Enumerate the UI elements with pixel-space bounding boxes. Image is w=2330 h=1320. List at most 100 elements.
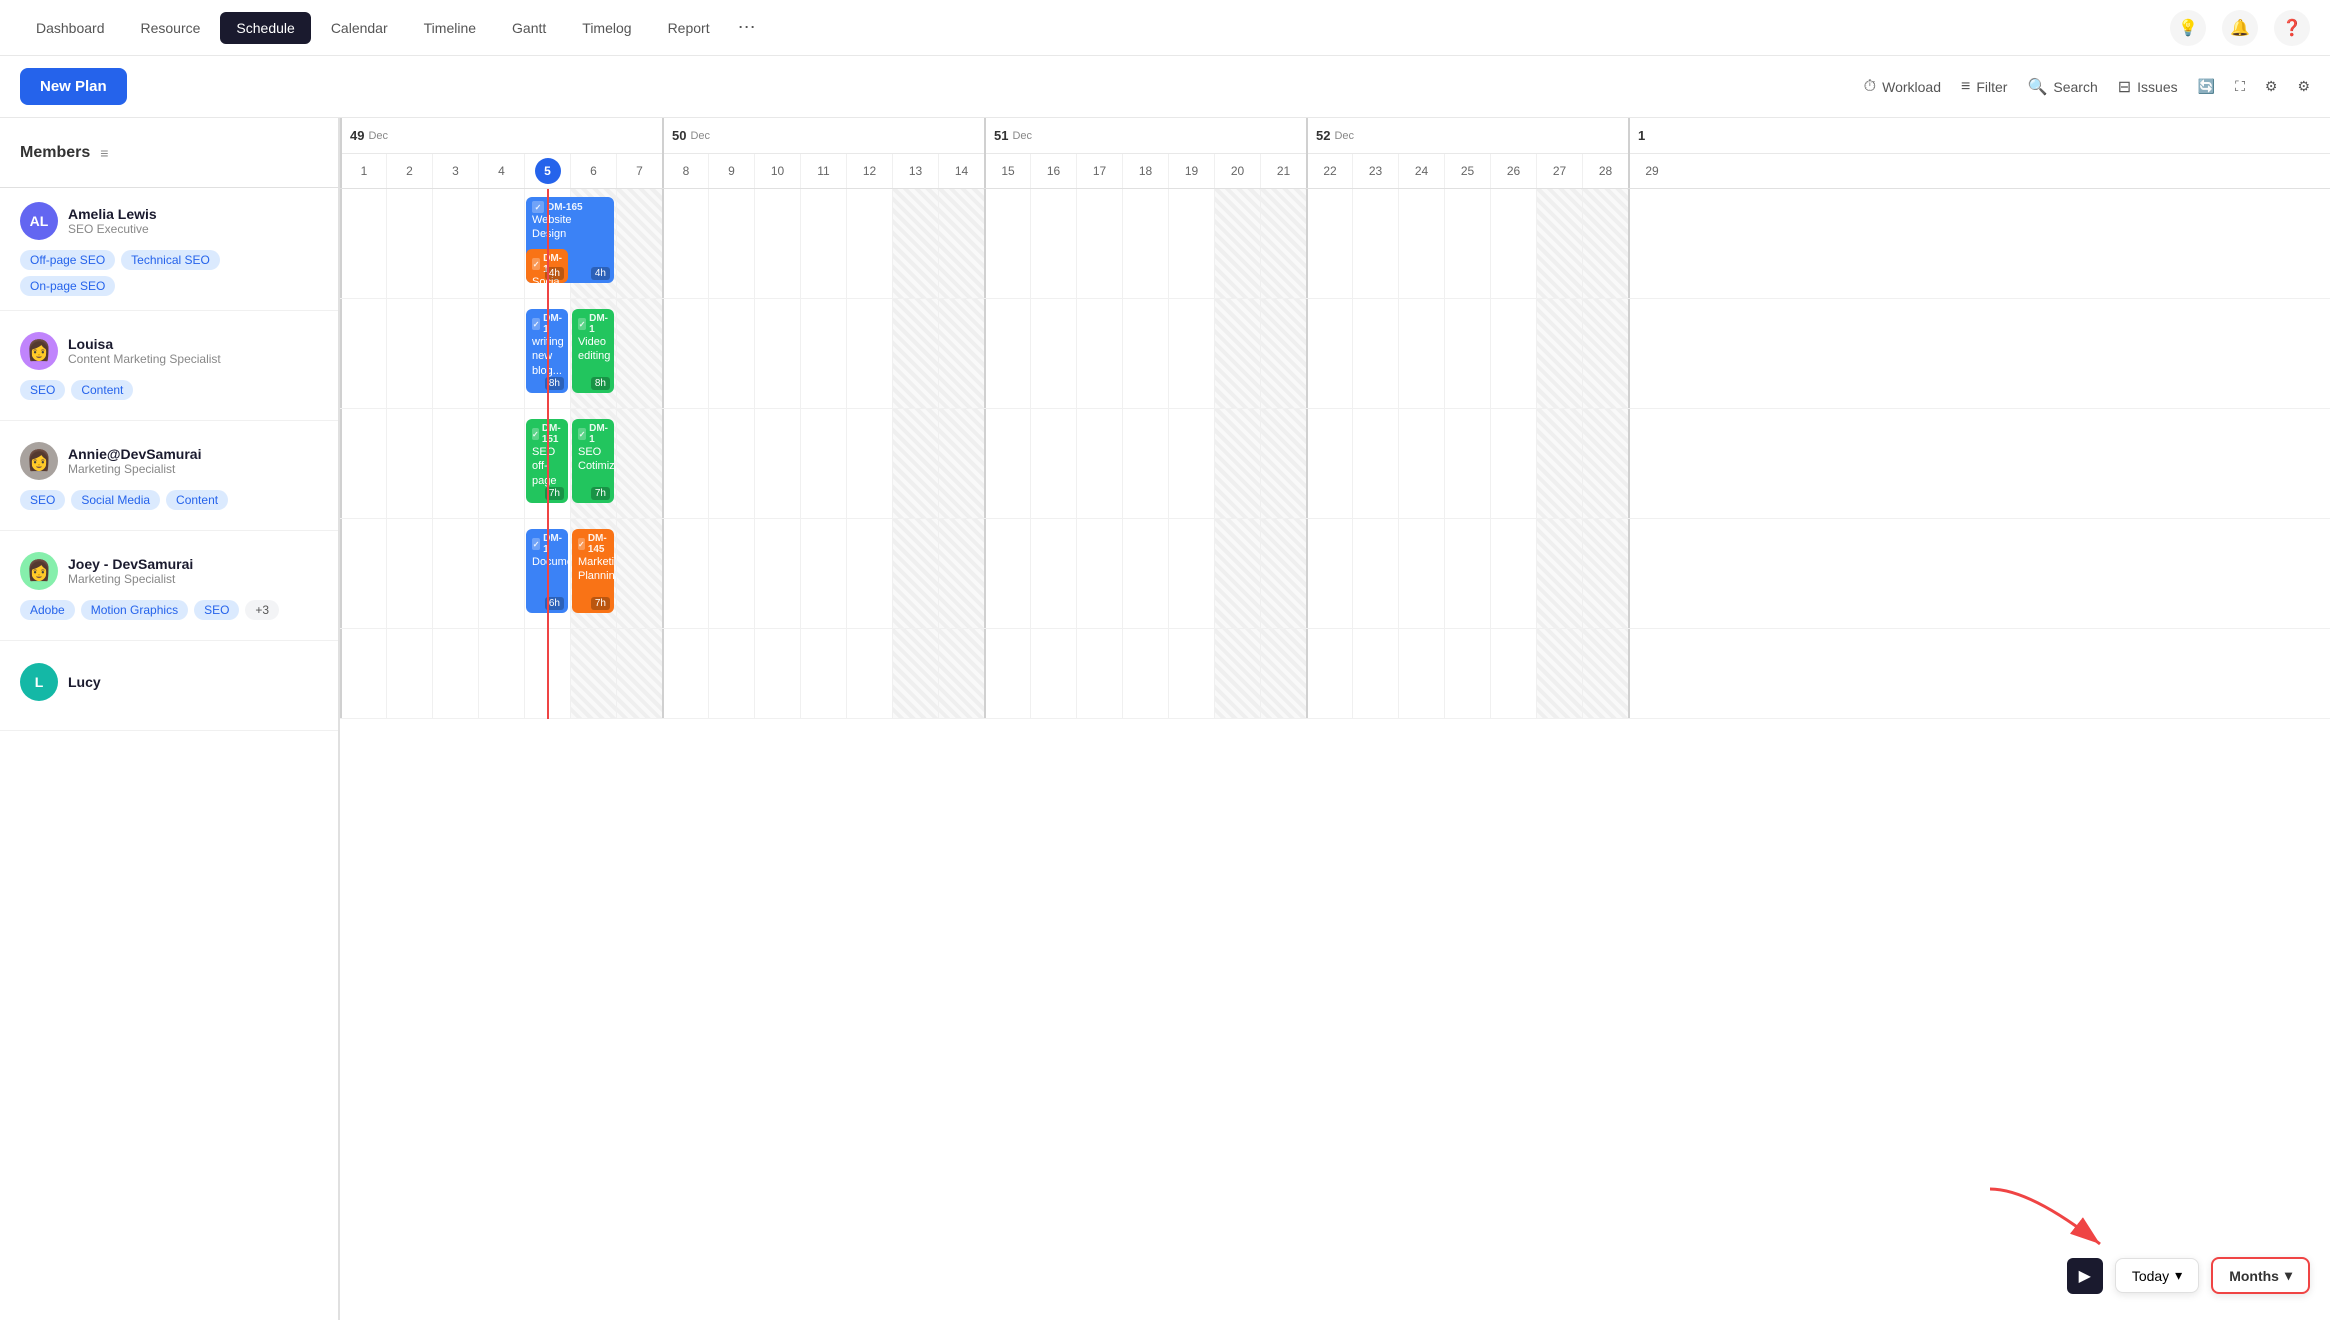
nav-more-icon[interactable]: ⋯ [730,9,764,46]
grid-cell-joey-25 [1490,519,1536,628]
grid-cell-louisa-11 [846,299,892,408]
bell-icon[interactable]: 🔔 [2222,10,2258,46]
member-details-annie: Annie@DevSamurai Marketing Specialist [68,446,201,476]
tab-gantt[interactable]: Gantt [496,12,562,44]
today-button[interactable]: Today ▾ [2115,1258,2199,1293]
tag-seo-joey[interactable]: SEO [194,600,239,620]
day-cell-19: 19 [1168,154,1214,188]
tab-schedule[interactable]: Schedule [220,12,310,44]
task-card-DM-151[interactable]: ✓ DM-151 SEO off-page 7h [526,419,568,503]
tab-resource[interactable]: Resource [125,12,217,44]
grid-cell-louisa-8 [708,299,754,408]
grid-cell-amelia-6 [616,189,662,298]
task-hours: 7h [591,597,610,610]
months-button[interactable]: Months ▾ [2211,1257,2310,1294]
grid-cell-lucy-15 [1030,629,1076,718]
tab-calendar[interactable]: Calendar [315,12,404,44]
grid-cell-joey-13 [938,519,984,628]
day-cell-16: 16 [1030,154,1076,188]
expand-button[interactable]: ⛶ [2235,78,2245,95]
grid-cell-louisa-18 [1168,299,1214,408]
task-card-DM-1[interactable]: ✓ DM-1 Video editing 8h [572,309,614,393]
filter-icon: ≡ [1961,78,1970,96]
tag-content-annie[interactable]: Content [166,490,228,510]
grid-cell-annie-6 [616,409,662,518]
tag-motion-graphics[interactable]: Motion Graphics [81,600,188,620]
issues-button[interactable]: ⊟ Issues [2118,77,2178,97]
sliders-icon: ⚙ [2265,78,2278,95]
lightbulb-icon[interactable]: 💡 [2170,10,2206,46]
tab-report[interactable]: Report [652,12,726,44]
tab-dashboard[interactable]: Dashboard [20,12,121,44]
grid-cell-joey-11 [846,519,892,628]
task-card-DM-1[interactable]: ✓ DM-1 SEO Cotimiza 7h [572,419,614,503]
prev-button[interactable]: ▶ [2067,1258,2103,1294]
tag-seo-louisa[interactable]: SEO [20,380,65,400]
grid-cell-joey-9 [754,519,800,628]
task-hours: 7h [591,487,610,500]
member-name-annie: Annie@DevSamurai [68,446,201,462]
grid-row-louisa: ✓ DM-1 writing new blog... 8h ✓ DM-1 Vid… [340,299,2330,409]
workload-button[interactable]: ⏱ Workload [1864,78,1941,96]
tag-social-annie[interactable]: Social Media [71,490,160,510]
grid-cell-joey-17 [1122,519,1168,628]
tag-content-louisa[interactable]: Content [71,380,133,400]
week-cell-50: 50Dec [662,118,984,154]
day-cell-15: 15 [984,154,1030,188]
new-plan-button[interactable]: New Plan [20,68,127,105]
task-id: ✓ DM-145 [578,533,608,555]
avatar-initials-lucy: L [35,674,44,690]
grid-cell-lucy-20 [1260,629,1306,718]
task-card-DM-1[interactable]: ✓ DM-1 writing new blog... 8h [526,309,568,393]
workload-icon: ⏱ [1864,78,1876,96]
task-card-DM-1[interactable]: ✓ DM-1 Socia 4h [526,249,568,283]
grid-cell-lucy-28 [1628,629,1674,718]
grid-cell-joey-6 [616,519,662,628]
grid-cell-louisa-9 [754,299,800,408]
members-panel: Members ≡ AL Amelia Lewis SEO Executive … [0,118,340,1320]
member-info-joey: 👩 Joey - DevSamurai Marketing Specialist [20,552,318,590]
tag-adobe[interactable]: Adobe [20,600,75,620]
grid-cell-lucy-26 [1536,629,1582,718]
grid-cell-annie-8 [708,409,754,518]
member-info-lucy: L Lucy [20,663,318,701]
task-card-DM-145[interactable]: ✓ DM-145 Marketing Planning 7h [572,529,614,613]
refresh-button[interactable]: 🔄 [2198,78,2215,95]
grid-cell-amelia-1 [386,189,432,298]
grid-cell-amelia-26 [1536,189,1582,298]
day-cell-14: 14 [938,154,984,188]
grid-cell-louisa-22 [1352,299,1398,408]
tag-technical-seo[interactable]: Technical SEO [121,250,220,270]
task-hours: 7h [545,487,564,500]
week-cell-49: 49Dec [340,118,662,154]
sliders-button[interactable]: ⚙ [2265,78,2278,95]
settings-button[interactable]: ⚙ [2297,78,2310,95]
day-cell-11: 11 [800,154,846,188]
task-card-DM-1[interactable]: ✓ DM-1 Docume... 6h [526,529,568,613]
task-name: Docume... [532,555,562,569]
members-header: Members ≡ [0,118,338,188]
tab-timelog[interactable]: Timelog [566,12,647,44]
help-icon[interactable]: ❓ [2274,10,2310,46]
grid-cell-joey-3 [478,519,524,628]
expand-icon: ⛶ [2235,78,2245,95]
tag-more[interactable]: +3 [245,600,279,620]
member-role-annie: Marketing Specialist [68,462,201,476]
tag-seo-annie[interactable]: SEO [20,490,65,510]
day-cell-18: 18 [1122,154,1168,188]
search-button[interactable]: 🔍 Search [2027,77,2097,97]
tag-offpage-seo[interactable]: Off-page SEO [20,250,115,270]
filter-button[interactable]: ≡ Filter [1961,78,2007,96]
members-filter-icon[interactable]: ≡ [100,145,108,161]
tag-onpage-seo[interactable]: On-page SEO [20,276,115,296]
grid-cell-joey-27 [1582,519,1628,628]
member-row-amelia: AL Amelia Lewis SEO Executive Off-page S… [0,188,338,311]
grid-cell-annie-7 [662,409,708,518]
week-row: 49Dec50Dec51Dec52Dec1 [340,118,2330,154]
top-nav: Dashboard Resource Schedule Calendar Tim… [0,0,2330,56]
member-row-louisa: 👩 Louisa Content Marketing Specialist SE… [0,311,338,421]
day-cell-9: 9 [708,154,754,188]
grid-cell-louisa-6 [616,299,662,408]
day-cell-8: 8 [662,154,708,188]
tab-timeline[interactable]: Timeline [408,12,492,44]
